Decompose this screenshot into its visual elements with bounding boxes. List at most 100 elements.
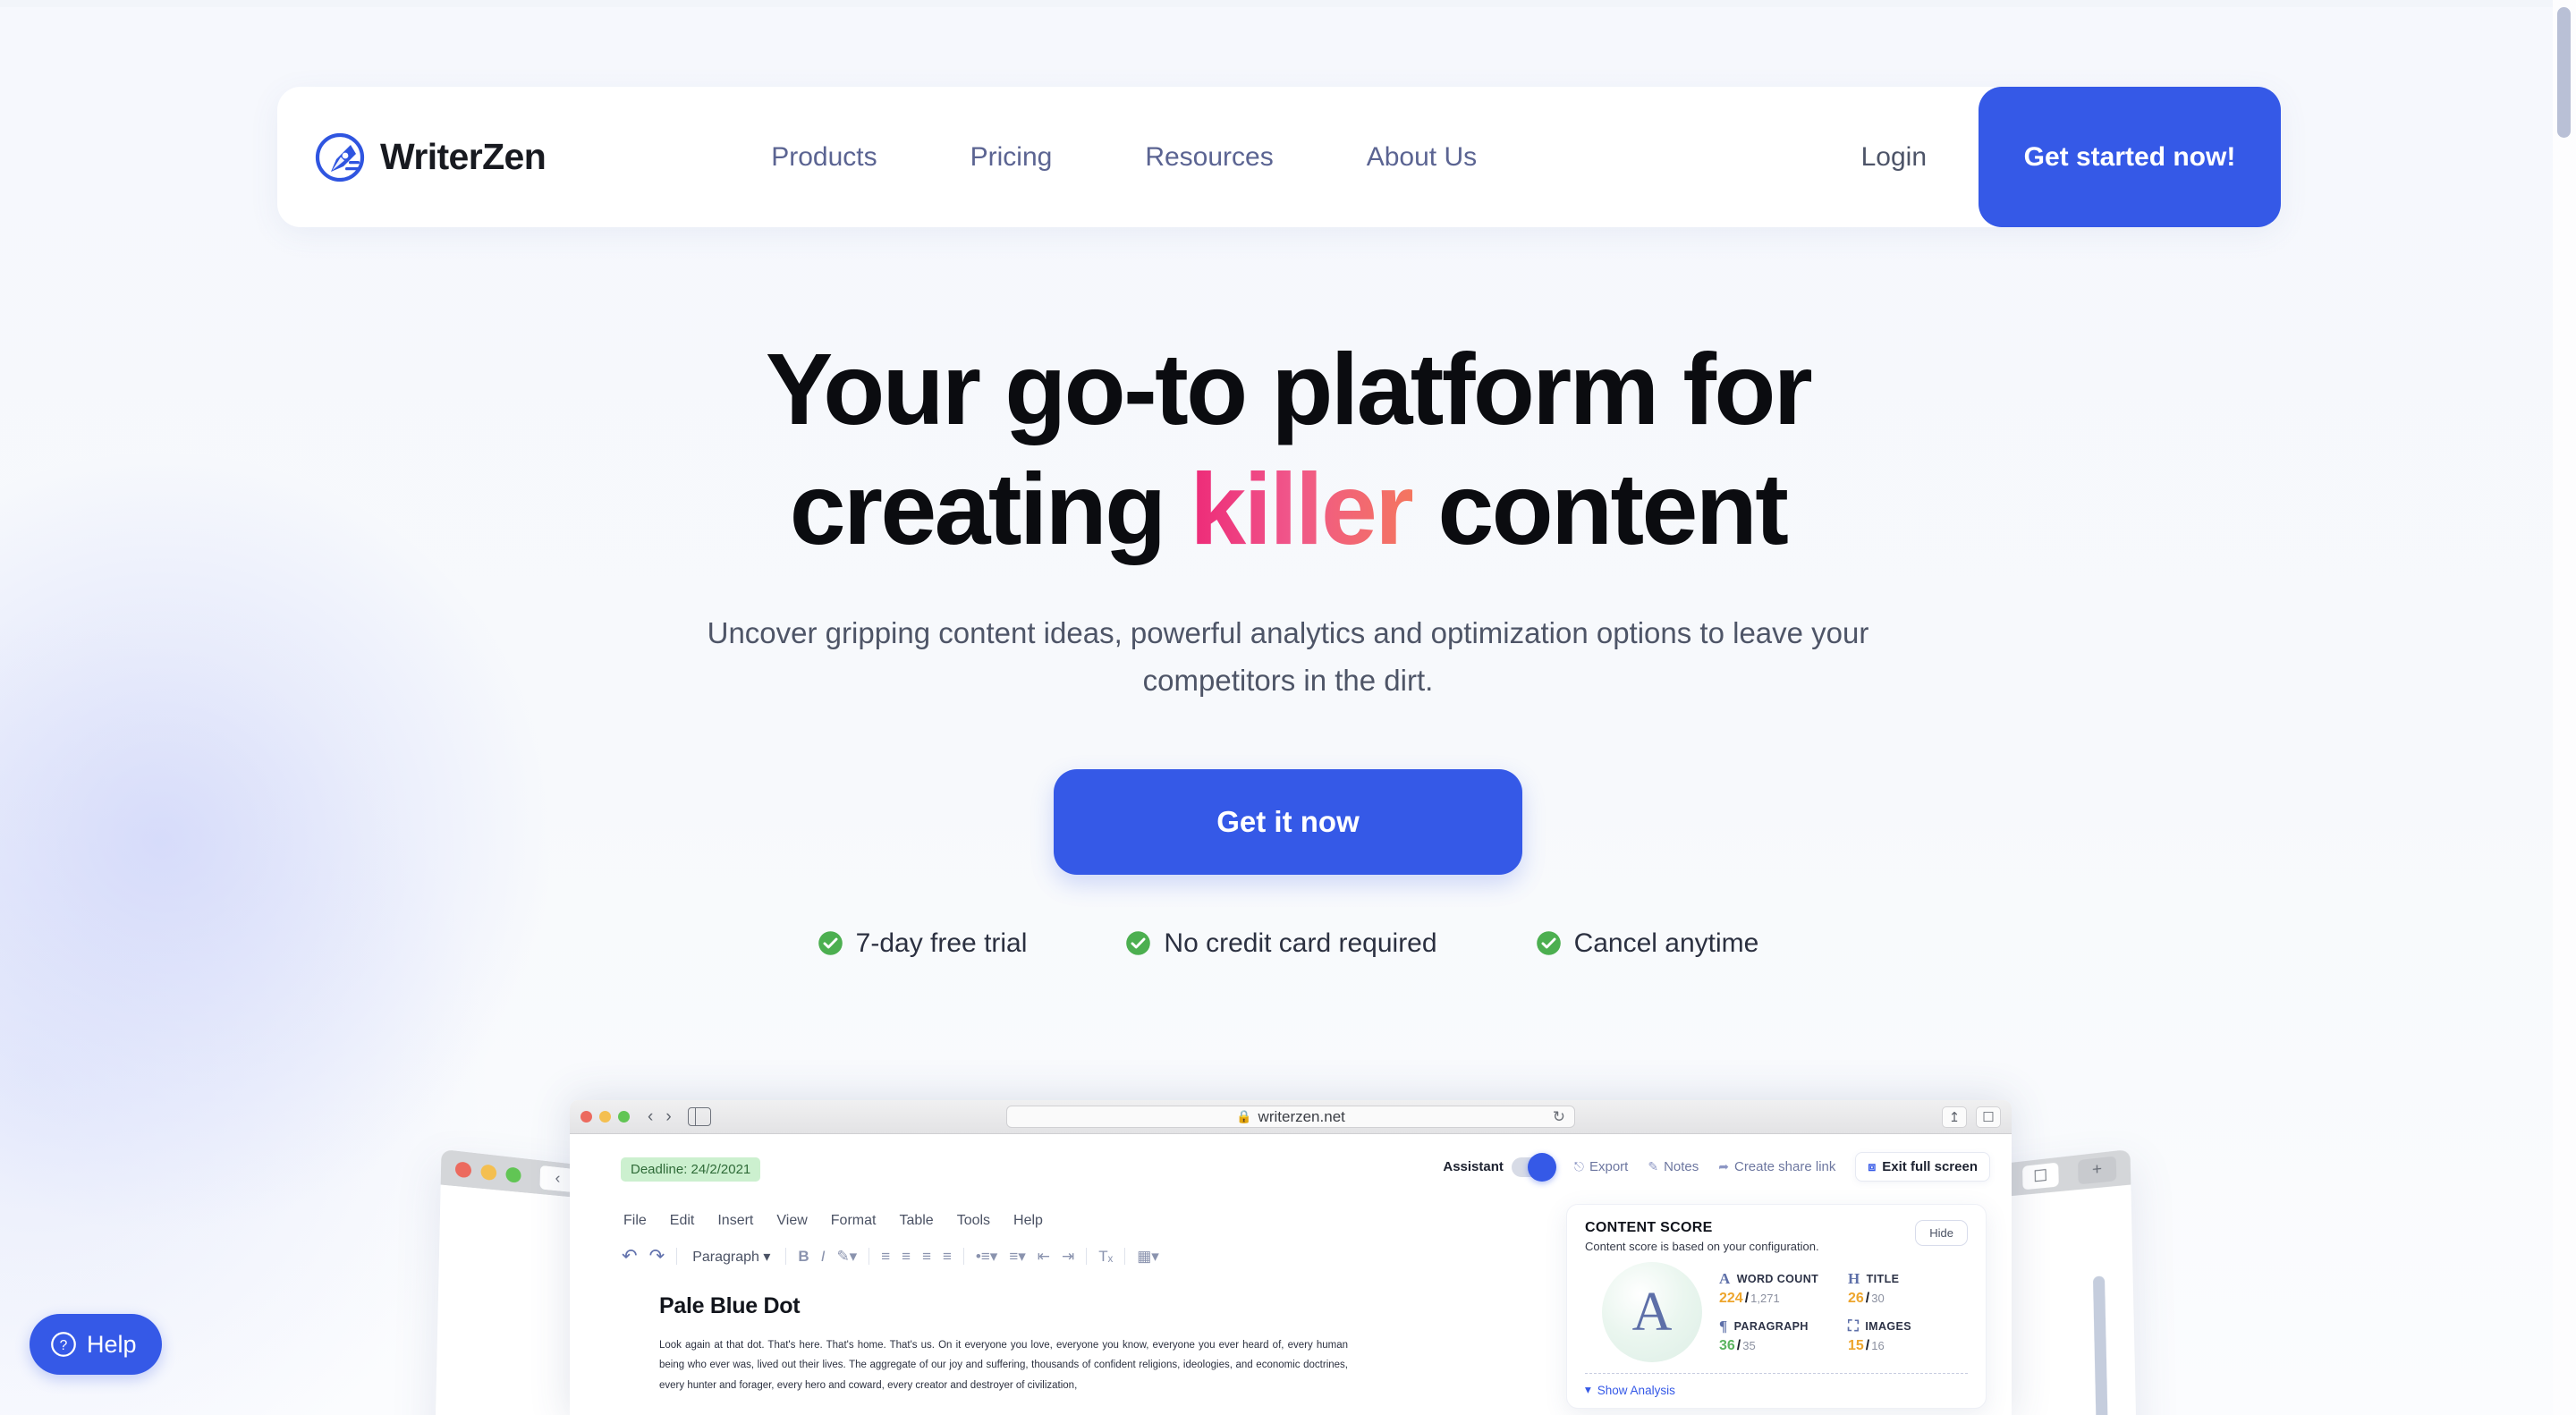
page-scrollbar[interactable]	[2553, 0, 2576, 1415]
document-content: Pale Blue Dot Look again at that dot. Th…	[659, 1293, 1348, 1395]
back-icon[interactable]: ‹	[648, 1107, 653, 1127]
browser-window: ‹ › 🔒 writerzen.net ↻ ↥ ☐ Deadline: 24/2…	[570, 1100, 2012, 1415]
top-strip	[0, 0, 2576, 7]
document-title: Pale Blue Dot	[659, 1293, 801, 1318]
minimize-dot-icon	[480, 1163, 497, 1181]
metric-current: 15	[1848, 1338, 1864, 1353]
get-started-button[interactable]: Get started now!	[1979, 87, 2281, 227]
trust-badges: 7-day free trial No credit card required…	[0, 928, 2576, 959]
browser-nav-buttons: ‹ ›	[648, 1107, 672, 1127]
exit-full-screen-button[interactable]: ⧈ Exit full screen	[1855, 1152, 1990, 1182]
notes-label: Notes	[1664, 1159, 1699, 1174]
content-score-subtitle: Content score is based on your configura…	[1585, 1240, 1819, 1253]
metric-max: 30	[1871, 1292, 1885, 1305]
menu-tools[interactable]: Tools	[957, 1213, 990, 1229]
notes-icon: ✎	[1648, 1159, 1659, 1174]
metric-header: H TITLE	[1848, 1270, 1968, 1288]
insert-table-icon[interactable]: ▦▾	[1137, 1248, 1159, 1266]
clear-formatting-icon[interactable]: Tₓ	[1098, 1248, 1113, 1266]
metrics-grid: A WORD COUNT 224/1,271 H TITLE 26 / 30 ¶…	[1719, 1270, 1968, 1354]
nav-link-about-us[interactable]: About Us	[1320, 130, 1523, 185]
trust-badge-label: Cancel anytime	[1573, 928, 1759, 958]
hide-button[interactable]: Hide	[1915, 1220, 1968, 1246]
copy-tabs-icon: ☐	[2022, 1162, 2059, 1190]
scrollbar-thumb[interactable]	[2557, 7, 2571, 138]
new-tab-icon: +	[2078, 1156, 2117, 1185]
align-center-icon[interactable]: ≡	[902, 1248, 911, 1266]
metric-images: ⛶ IMAGES 15/16	[1848, 1318, 1968, 1354]
assistant-toggle-group: Assistant	[1443, 1152, 1556, 1182]
nav-link-resources[interactable]: Resources	[1098, 130, 1319, 185]
paragraph-style-select[interactable]: Paragraph ▾	[689, 1246, 774, 1267]
get-it-now-button[interactable]: Get it now	[1054, 768, 1522, 875]
align-justify-icon[interactable]: ≡	[943, 1248, 952, 1266]
outdent-icon[interactable]: ⇤	[1038, 1248, 1050, 1266]
export-icon: ⎋	[1573, 1159, 1584, 1174]
menu-help[interactable]: Help	[1013, 1213, 1043, 1229]
question-circle-icon: ?	[51, 1332, 76, 1357]
redo-icon[interactable]: ↷	[649, 1245, 665, 1267]
share-icon[interactable]: ↥	[1942, 1106, 1967, 1128]
help-widget[interactable]: ? Help	[30, 1314, 162, 1375]
metric-title: H TITLE 26/30	[1848, 1270, 1968, 1307]
share-link-icon: ➦	[1718, 1159, 1729, 1174]
reload-icon[interactable]: ↻	[1553, 1108, 1565, 1126]
nav-link-products[interactable]: Products	[724, 130, 923, 185]
close-dot-icon[interactable]	[580, 1111, 592, 1123]
editor-toolbar: ↶ ↷ Paragraph ▾ B I ✎▾ ≡ ≡ ≡ ≡ •≡▾ ≡▾ ⇤ …	[622, 1245, 1159, 1267]
url-text: writerzen.net	[1258, 1107, 1345, 1125]
text-color-icon[interactable]: ✎▾	[836, 1248, 857, 1266]
bullet-list-icon[interactable]: •≡▾	[976, 1248, 997, 1266]
close-dot-icon	[454, 1160, 472, 1178]
metric-label: TITLE	[1866, 1273, 1900, 1285]
nav-link-pricing[interactable]: Pricing	[924, 130, 1099, 185]
menu-view[interactable]: View	[776, 1213, 807, 1229]
grade-badge: A	[1602, 1262, 1702, 1362]
product-mockup: ‹ ☐ + ‹ › 🔒 writerzen.net ↻ ↥ ☐ Deadline…	[0, 1100, 2576, 1415]
menu-file[interactable]: File	[623, 1213, 647, 1229]
content-score-panel: CONTENT SCORE Content score is based on …	[1566, 1204, 1987, 1409]
toolbar-separator	[1086, 1248, 1088, 1265]
brand-logo[interactable]: WriterZen	[315, 132, 547, 182]
show-analysis-label: Show Analysis	[1597, 1383, 1675, 1397]
undo-icon[interactable]: ↶	[622, 1245, 638, 1267]
app-window: Deadline: 24/2/2021 Assistant ⎋ Export ✎…	[570, 1134, 2012, 1415]
notes-button[interactable]: ✎ Notes	[1648, 1159, 1699, 1174]
indent-icon[interactable]: ⇥	[1062, 1248, 1074, 1266]
export-label: Export	[1589, 1159, 1629, 1174]
minimize-dot-icon[interactable]	[599, 1111, 611, 1123]
italic-icon[interactable]: I	[821, 1248, 826, 1266]
address-bar[interactable]: 🔒 writerzen.net ↻	[1006, 1106, 1575, 1128]
metric-header: A WORD COUNT	[1719, 1270, 1839, 1288]
deadline-badge: Deadline: 24/2/2021	[621, 1157, 761, 1182]
menu-format[interactable]: Format	[831, 1213, 877, 1229]
traffic-lights	[580, 1111, 630, 1123]
menu-edit[interactable]: Edit	[670, 1213, 695, 1229]
pilcrow-icon: ¶	[1719, 1318, 1728, 1335]
content-score-title: CONTENT SCORE	[1585, 1220, 1713, 1235]
align-left-icon[interactable]: ≡	[881, 1248, 890, 1266]
login-link[interactable]: Login	[1843, 130, 1945, 185]
create-share-link-button[interactable]: ➦ Create share link	[1718, 1159, 1835, 1174]
sidebar-toggle-icon[interactable]	[687, 1107, 711, 1126]
document-paragraph: Look again at that dot. That's here. Tha…	[659, 1340, 1348, 1391]
assistant-toggle[interactable]	[1511, 1152, 1556, 1182]
bold-icon[interactable]: B	[798, 1248, 809, 1266]
toolbar-separator	[676, 1248, 678, 1265]
metric-value: 15/16	[1848, 1338, 1885, 1353]
check-circle-icon	[1536, 931, 1561, 956]
menu-insert[interactable]: Insert	[717, 1213, 753, 1229]
show-analysis-button[interactable]: ▾ Show Analysis	[1585, 1383, 1968, 1397]
maximize-dot-icon[interactable]	[618, 1111, 630, 1123]
align-right-icon[interactable]: ≡	[922, 1248, 931, 1266]
copy-tabs-icon[interactable]: ☐	[1976, 1106, 2001, 1128]
metric-current: 36	[1719, 1338, 1735, 1353]
forward-icon[interactable]: ›	[665, 1107, 671, 1127]
divider	[1585, 1373, 1968, 1374]
pen-nib-circle-icon	[315, 132, 365, 182]
numbered-list-icon[interactable]: ≡▾	[1009, 1248, 1025, 1266]
navbar: WriterZen Products Pricing Resources Abo…	[277, 87, 2281, 227]
menu-table[interactable]: Table	[899, 1213, 933, 1229]
export-button[interactable]: ⎋ Export	[1574, 1159, 1628, 1174]
image-icon: ⛶	[1848, 1318, 1860, 1335]
